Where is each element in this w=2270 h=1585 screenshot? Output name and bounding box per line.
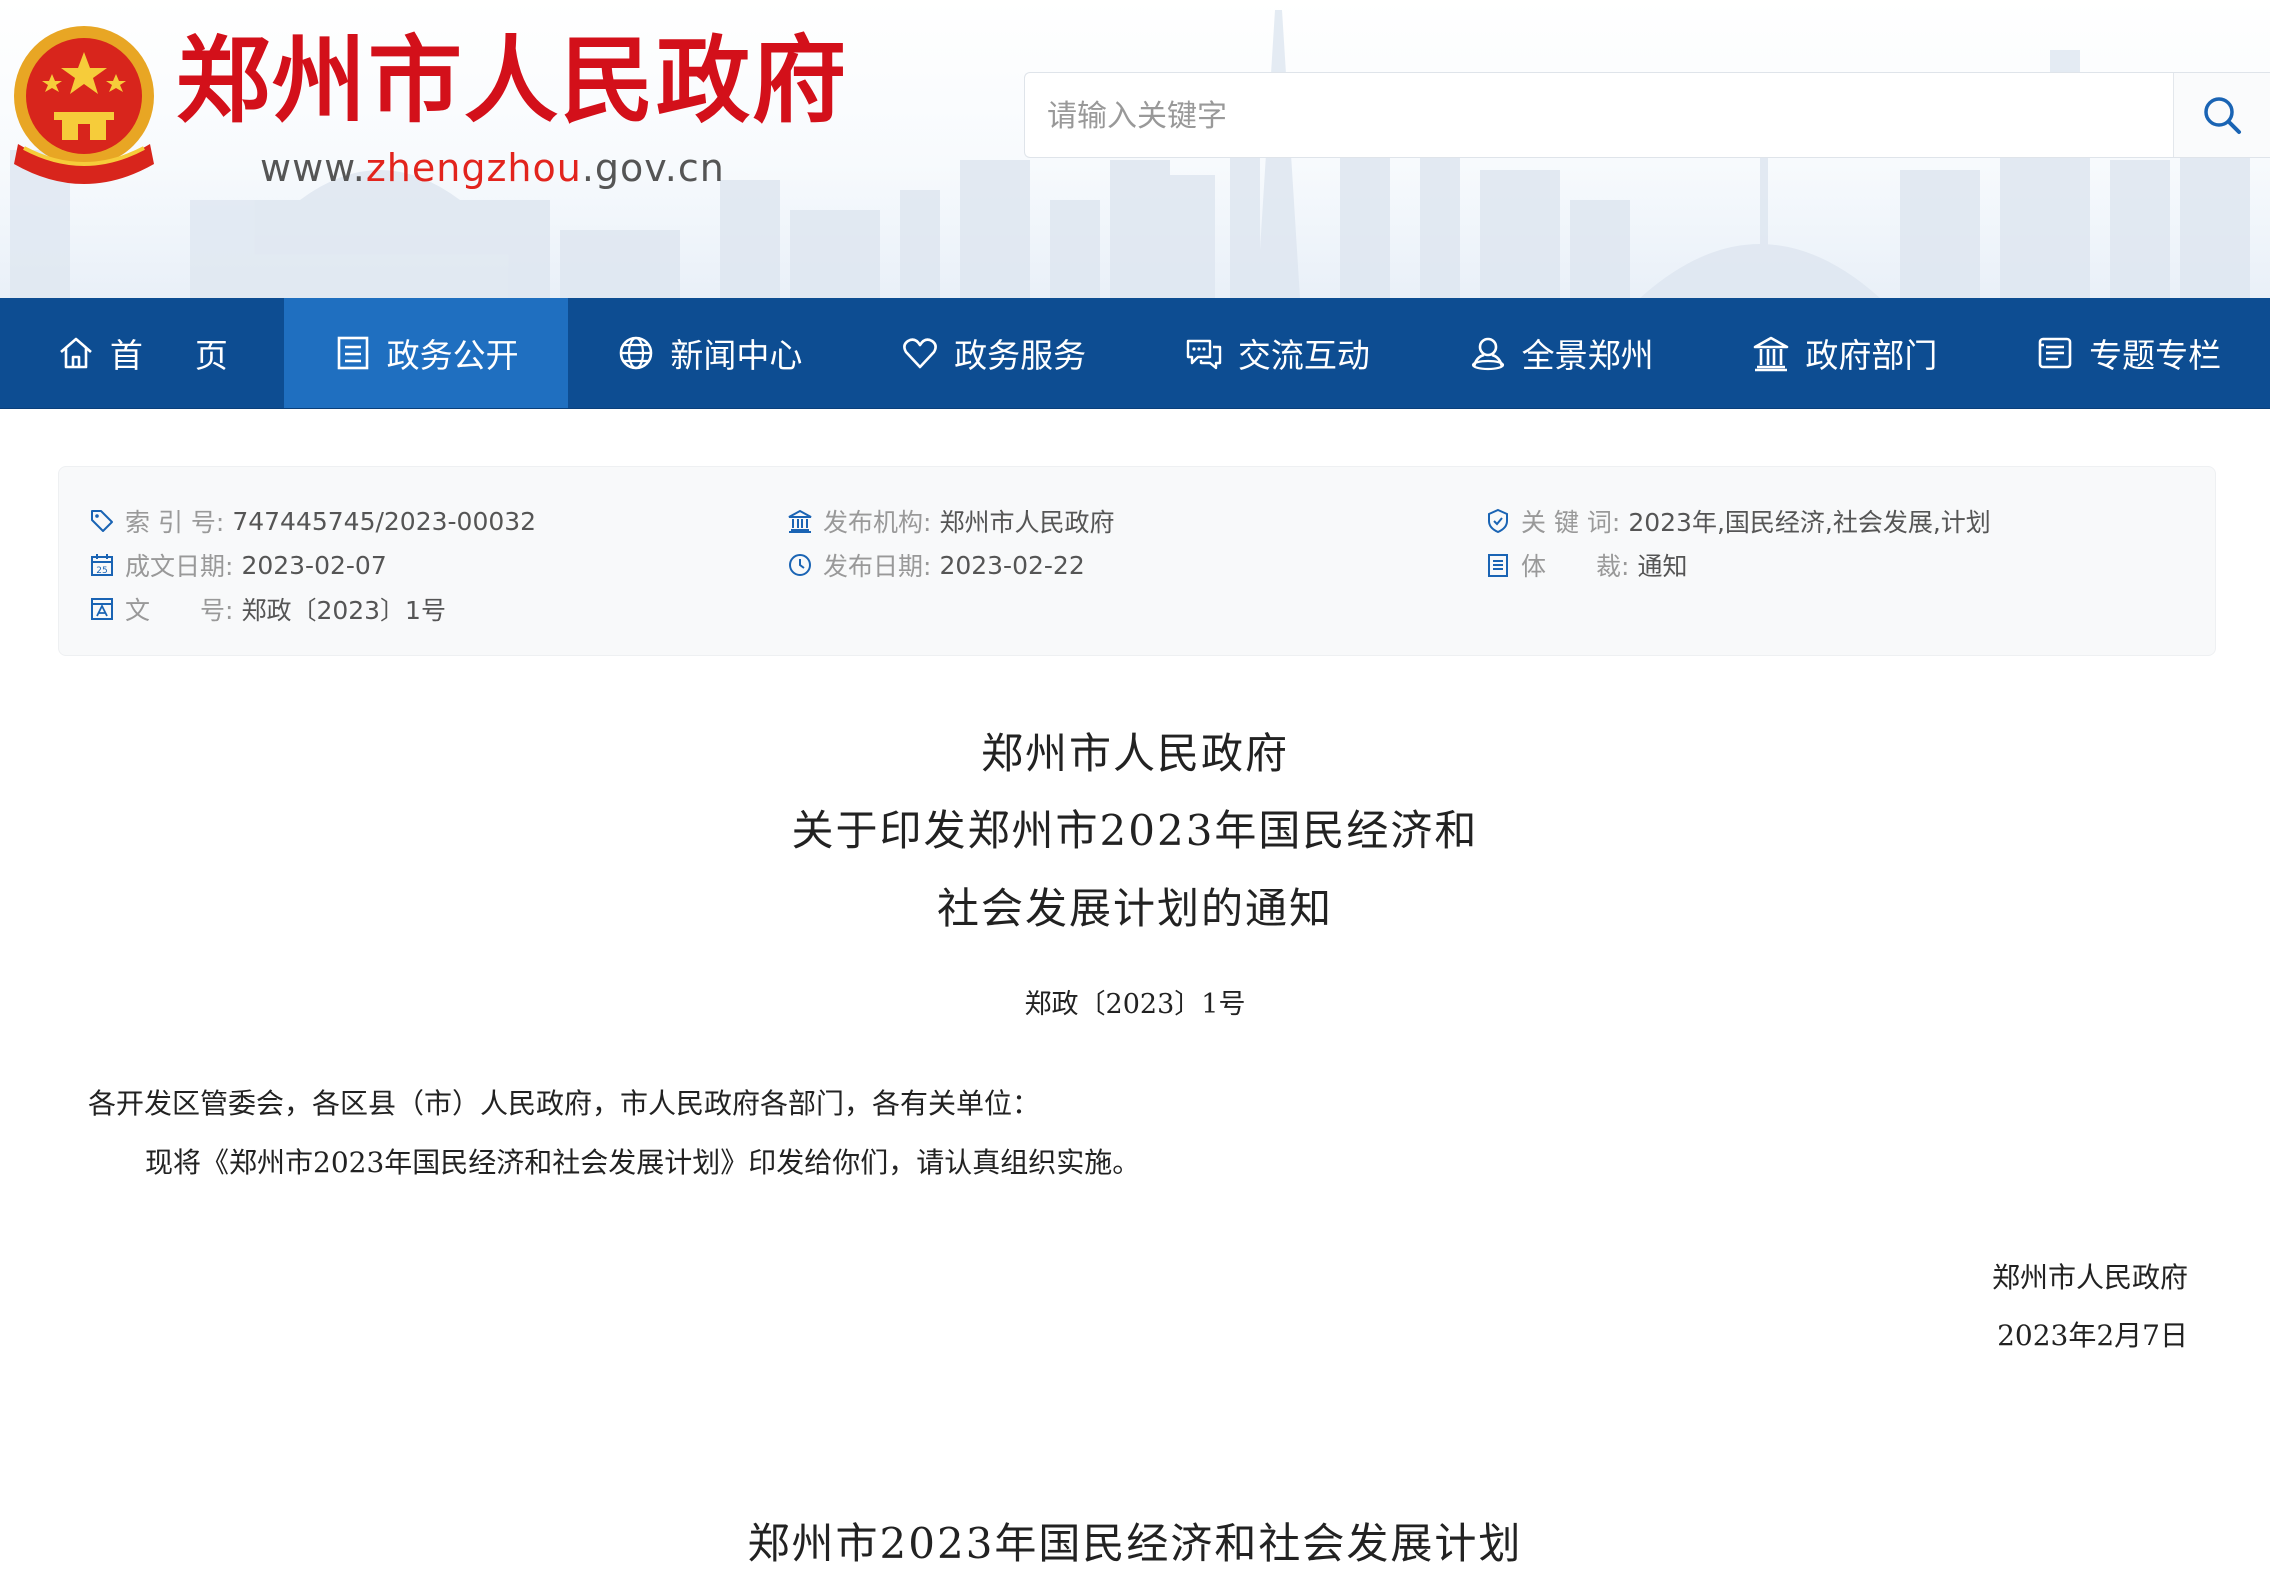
nav-item-label: 政务公开 [386, 336, 519, 375]
nav-item-interaction[interactable]: 交流互动 [1135, 298, 1419, 408]
home-icon [60, 337, 92, 369]
panorama-person-icon [1471, 337, 1504, 371]
article-title-line-3: 社会发展计划的通知 [936, 884, 1333, 933]
meta-label: 发布机构: [823, 508, 932, 537]
article-document-number: 郑政〔2023〕1号 [1024, 989, 1246, 1020]
document-list-icon [337, 336, 368, 370]
nav-item-label: 首页 [109, 336, 280, 375]
meta-keywords: 关 键 词: 2023年,国民经济,社会发展,计划 [1485, 503, 1991, 539]
meta-document-number: 文 号: 郑政〔2023〕1号 [89, 591, 446, 627]
text-document-icon [91, 598, 113, 620]
nav-item-label: 全景郑州 [1521, 336, 1654, 375]
attachment-title: 郑州市2023年国民经济和社会发展计划 [747, 1519, 1523, 1568]
meta-label: 体 裁: [1521, 552, 1630, 581]
calendar-icon: 25 [91, 554, 113, 576]
meta-value: 2023-02-07 [241, 550, 387, 580]
search-input[interactable] [1045, 73, 2189, 159]
nav-item-news-center[interactable]: 新闻中心 [568, 298, 852, 408]
meta-date-written: 25 成文日期: 2023-02-07 [89, 547, 387, 583]
meta-publisher: 发布机构: 郑州市人民政府 [787, 503, 1114, 539]
article-body: 现将《郑州市2023年国民经济和社会发展计划》印发给你们，请认真组织实施。 [145, 1146, 1141, 1179]
site-title: 郑州市人民政府 [176, 26, 849, 136]
main-nav: 首页 政务公开 新闻中心 政务服务 交流互动 全景郑州 政府部门 专题专栏 [0, 298, 2270, 409]
meta-label: 文 号: [125, 596, 234, 625]
nav-item-government-departments[interactable]: 政府部门 [1703, 298, 1987, 408]
article-title-line-1: 郑州市人民政府 [980, 729, 1289, 778]
meta-label: 关 键 词: [1521, 508, 1621, 537]
nav-item-label: 交流互动 [1237, 336, 1370, 375]
government-building-icon [1754, 336, 1789, 372]
nav-item-government-services[interactable]: 政务服务 [851, 298, 1135, 408]
meta-label: 成文日期: [125, 552, 234, 581]
article-title-line-2: 关于印发郑州市2023年国民经济和 [791, 806, 1479, 855]
article-salutation: 各开发区管委会，各区县（市）人民政府，市人民政府各部门，各有关单位： [88, 1087, 1041, 1120]
search-box [1024, 72, 2270, 159]
nav-item-label: 专题专栏 [2089, 336, 2222, 375]
site-url: www.zhengzhou.gov.cn [260, 146, 725, 190]
nav-item-label: 政务服务 [954, 336, 1087, 375]
clock-icon [789, 554, 811, 576]
shield-check-icon [1488, 508, 1508, 534]
document-metadata-panel: 索 引 号: 747445745/2023-00032 25 成文日期: 202… [58, 466, 2216, 656]
national-emblem-logo [14, 26, 154, 184]
meta-label: 发布日期: [823, 552, 932, 581]
meta-value: 2023-02-22 [939, 550, 1085, 580]
nav-item-government-affairs[interactable]: 政务公开 [283, 298, 568, 408]
nav-item-label: 政府部门 [1805, 336, 1938, 375]
heart-icon [903, 338, 938, 369]
nav-item-panorama-zhengzhou[interactable]: 全景郑州 [1419, 298, 1703, 408]
nav-item-home[interactable]: 首页 [0, 298, 284, 408]
site-header: 郑州市人民政府 www.zhengzhou.gov.cn [0, 0, 2270, 298]
url-highlight: zhengzhou [365, 146, 582, 190]
list-document-icon [1488, 554, 1508, 577]
meta-value: 2023年,国民经济,社会发展,计划 [1628, 508, 1991, 537]
meta-value: 747445745/2023-00032 [232, 506, 537, 536]
meta-genre: 体 裁: 通知 [1485, 547, 1687, 583]
columns-list-icon [2038, 337, 2072, 369]
search-button[interactable] [2173, 73, 2270, 157]
meta-value: 郑政〔2023〕1号 [241, 596, 446, 625]
globe-icon [620, 336, 653, 370]
institution-icon [788, 509, 812, 533]
nav-item-special-topics[interactable]: 专题专栏 [1986, 298, 2270, 408]
article-sign-date: 2023年2月7日 [1997, 1319, 2188, 1352]
nav-item-label: 新闻中心 [670, 336, 803, 375]
tag-icon [91, 510, 113, 532]
search-icon [2204, 97, 2241, 134]
meta-index-number: 索 引 号: 747445745/2023-00032 [89, 503, 536, 539]
svg-text:25: 25 [96, 566, 107, 576]
meta-publish-date: 发布日期: 2023-02-22 [787, 547, 1085, 583]
url-suffix: .gov.cn [581, 146, 725, 190]
meta-label: 索 引 号: [125, 508, 225, 537]
url-prefix: www. [260, 146, 366, 190]
article-signer: 郑州市人民政府 [1991, 1261, 2188, 1294]
meta-value: 郑州市人民政府 [939, 508, 1115, 537]
chat-bubbles-icon [1186, 339, 1222, 370]
meta-value: 通知 [1637, 552, 1688, 581]
